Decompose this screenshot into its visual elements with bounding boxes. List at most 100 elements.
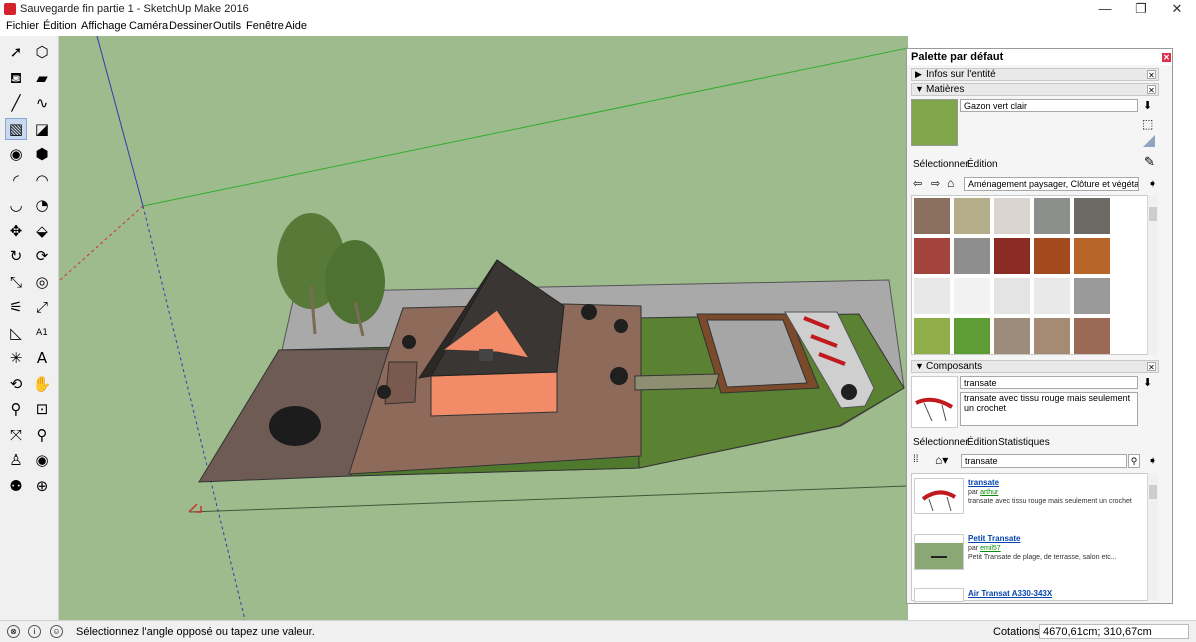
material-swatch[interactable]: [954, 198, 990, 234]
material-swatch[interactable]: [1074, 238, 1110, 274]
axes-icon[interactable]: ✳: [5, 347, 27, 369]
components-scrollbar[interactable]: [1147, 473, 1158, 601]
user-icon[interactable]: ☺: [50, 625, 63, 638]
arc-icon[interactable]: ◜: [5, 169, 27, 191]
3d-viewport[interactable]: [59, 36, 908, 620]
material-swatch[interactable]: [1074, 278, 1110, 314]
measurements-input[interactable]: 4670,61cm; 310,67cm: [1039, 624, 1189, 639]
material-sample-icon[interactable]: [1143, 135, 1155, 147]
material-swatch[interactable]: [914, 278, 950, 314]
eyedropper-icon[interactable]: ✎: [1144, 154, 1155, 170]
forward-arrow-icon[interactable]: ⇨: [931, 177, 940, 190]
default-material-icon[interactable]: ⬇: [1143, 99, 1152, 112]
dimension-icon[interactable]: ⤢: [31, 296, 53, 318]
minimize-button[interactable]: —: [1087, 0, 1123, 19]
material-name-field[interactable]: Gazon vert clair: [960, 99, 1138, 112]
follow-me-icon[interactable]: ⟳: [31, 245, 53, 267]
rotated-rectangle-icon[interactable]: ◪: [31, 118, 53, 140]
component-description-field[interactable]: transate avec tissu rouge mais seulement…: [960, 392, 1138, 426]
text-icon[interactable]: A1: [31, 322, 53, 344]
result-title-2[interactable]: Petit Transate: [968, 534, 1020, 543]
menu-camera[interactable]: Caméra: [129, 20, 168, 32]
entity-info-close-icon[interactable]: ✕: [1147, 70, 1156, 80]
material-swatch[interactable]: [914, 238, 950, 274]
three-point-arc-icon[interactable]: ◡: [5, 194, 27, 216]
material-swatch[interactable]: [1074, 318, 1110, 354]
back-arrow-icon[interactable]: ⇦: [913, 177, 922, 190]
zoom-window-icon[interactable]: ⊡: [31, 398, 53, 420]
paint-bucket-icon[interactable]: ⛾: [5, 67, 27, 89]
details-arrow-icon[interactable]: ➧: [1148, 177, 1157, 190]
circle-icon[interactable]: ◉: [5, 143, 27, 165]
search-icon[interactable]: ⚲: [1128, 454, 1140, 468]
menu-aide[interactable]: Aide: [285, 20, 307, 32]
scale-icon[interactable]: ⤡: [5, 271, 27, 293]
orbit-icon[interactable]: ⟲: [5, 373, 27, 395]
material-swatch[interactable]: [1034, 318, 1070, 354]
materials-close-icon[interactable]: ✕: [1147, 85, 1156, 95]
look-around-icon[interactable]: ◉: [31, 449, 53, 471]
polygon-icon[interactable]: ⬢: [31, 143, 53, 165]
material-swatch[interactable]: [994, 238, 1030, 274]
result-thumbnail-2[interactable]: [914, 534, 964, 570]
entity-info-section[interactable]: ▶ Infos sur l'entité ✕: [911, 68, 1159, 81]
view-options-icon[interactable]: ⁞⁞: [913, 454, 919, 465]
line-icon[interactable]: ╱: [5, 92, 27, 114]
result-thumbnail-3[interactable]: [914, 588, 964, 602]
result-title-3[interactable]: Air Transat A330-343X: [968, 589, 1052, 598]
maximize-button[interactable]: ❐: [1123, 0, 1159, 19]
move-icon[interactable]: ✥: [5, 220, 27, 242]
pan-icon[interactable]: ✋: [31, 373, 53, 395]
create-material-icon[interactable]: ⬚: [1142, 117, 1153, 131]
material-swatch[interactable]: [994, 278, 1030, 314]
components-details-arrow-icon[interactable]: ➧: [1148, 454, 1157, 467]
position-camera-icon[interactable]: ♙: [5, 449, 27, 471]
components-tab-select[interactable]: Sélectionner: [913, 437, 969, 448]
material-swatch[interactable]: [994, 318, 1030, 354]
material-swatch[interactable]: [914, 198, 950, 234]
menu-dessiner[interactable]: Dessiner: [169, 20, 212, 32]
material-swatch[interactable]: [1034, 278, 1070, 314]
tape-measure-icon[interactable]: ⚟: [5, 296, 27, 318]
geo-location-icon[interactable]: ⊗: [7, 625, 20, 638]
offset-icon[interactable]: ◎: [31, 271, 53, 293]
rotate-icon[interactable]: ↻: [5, 245, 27, 267]
zoom-icon[interactable]: ⚲: [5, 398, 27, 420]
zoom-extents-icon[interactable]: ⤧: [5, 424, 27, 446]
result-thumbnail-1[interactable]: [914, 478, 964, 514]
menu-fenetre[interactable]: Fenêtre: [246, 20, 284, 32]
section-plane-icon[interactable]: ⊕: [31, 475, 53, 497]
material-swatch[interactable]: [994, 198, 1030, 234]
material-swatch[interactable]: [1074, 198, 1110, 234]
material-swatch[interactable]: [954, 318, 990, 354]
result-author-1[interactable]: arthur: [980, 489, 998, 496]
components-search-input[interactable]: transate: [961, 454, 1127, 468]
menu-outils[interactable]: Outils: [213, 20, 241, 32]
collection-select[interactable]: Aménagement paysager, Clôture et végétat…: [964, 177, 1139, 191]
components-section[interactable]: ▼ Composants ✕: [911, 360, 1159, 373]
previous-view-icon[interactable]: ⚲: [31, 424, 53, 446]
pie-icon[interactable]: ◔: [31, 194, 53, 216]
tray-close-icon[interactable]: ✕: [1162, 53, 1171, 62]
result-author-2[interactable]: emil57: [980, 545, 1001, 552]
rectangle-icon[interactable]: ▧: [5, 117, 27, 140]
protractor-icon[interactable]: ◺: [5, 322, 27, 344]
components-tab-statistics[interactable]: Statistiques: [998, 437, 1050, 448]
home-icon[interactable]: ⌂: [947, 176, 954, 190]
make-component-icon[interactable]: ⬡: [31, 41, 53, 63]
freehand-icon[interactable]: ∿: [31, 92, 53, 114]
material-swatch[interactable]: [1034, 198, 1070, 234]
component-name-field[interactable]: transate: [960, 376, 1138, 389]
components-close-icon[interactable]: ✕: [1147, 362, 1156, 372]
close-button[interactable]: ✕: [1159, 0, 1195, 19]
material-swatch[interactable]: [954, 238, 990, 274]
two-point-arc-icon[interactable]: ◠: [31, 169, 53, 191]
components-home-icon[interactable]: ⌂▾: [935, 453, 948, 467]
menu-edition[interactable]: Édition: [43, 20, 77, 32]
material-swatch[interactable]: [914, 318, 950, 354]
credits-icon[interactable]: i: [28, 625, 41, 638]
materials-tab-select[interactable]: Sélectionner: [913, 159, 969, 170]
walk-icon[interactable]: ⚉: [5, 475, 27, 497]
select-icon[interactable]: ➚: [5, 41, 27, 63]
material-swatch[interactable]: [954, 278, 990, 314]
